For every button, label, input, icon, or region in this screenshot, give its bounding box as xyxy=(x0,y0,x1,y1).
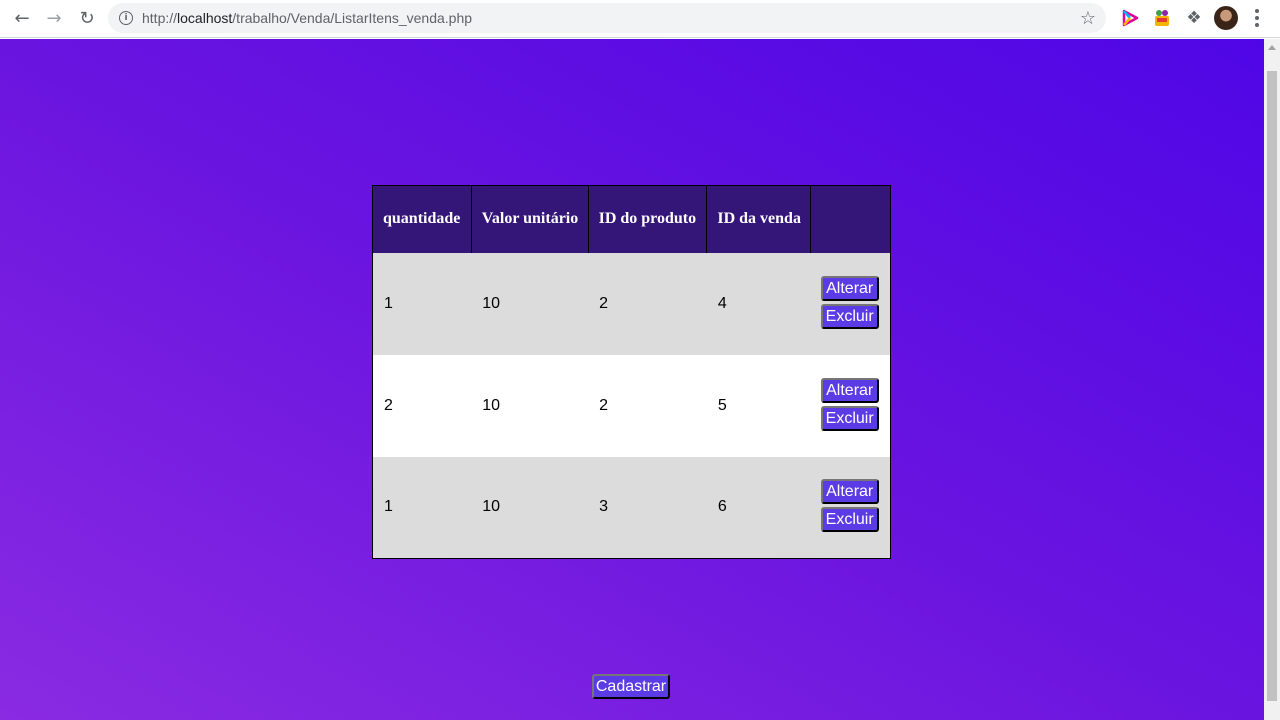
cell-id-produto: 3 xyxy=(588,456,707,559)
alterar-button[interactable]: Alterar xyxy=(820,479,879,505)
cell-id-venda: 6 xyxy=(706,456,811,559)
header-valor-unitario: Valor unitário xyxy=(471,185,589,253)
cell-quantidade: 2 xyxy=(372,354,472,457)
profile-avatar[interactable] xyxy=(1214,6,1238,30)
bookmark-star-icon[interactable]: ☆ xyxy=(1076,6,1100,30)
cell-actions: Alterar Excluir xyxy=(810,456,891,559)
scroll-up-arrow-icon[interactable] xyxy=(1268,45,1276,50)
excluir-button[interactable]: Excluir xyxy=(820,405,879,431)
cell-valor: 10 xyxy=(471,456,589,559)
info-icon[interactable]: i xyxy=(119,11,133,25)
cell-valor: 10 xyxy=(471,252,589,355)
page-background: quantidade Valor unitário ID do produto … xyxy=(0,39,1264,720)
header-quantidade: quantidade xyxy=(372,185,472,253)
puzzle-extensions-icon[interactable]: ❖ xyxy=(1182,6,1206,30)
back-arrow-icon[interactable]: ← xyxy=(8,5,36,31)
table-row: 2 10 2 5 Alterar Excluir xyxy=(372,354,891,457)
sales-items-table: quantidade Valor unitário ID do produto … xyxy=(372,185,891,559)
cell-quantidade: 1 xyxy=(372,456,472,559)
cadastrar-button[interactable]: Cadastrar xyxy=(592,674,670,699)
excluir-button[interactable]: Excluir xyxy=(820,507,879,533)
cell-actions: Alterar Excluir xyxy=(810,252,891,355)
header-id-venda: ID da venda xyxy=(706,185,812,253)
table-header-row: quantidade Valor unitário ID do produto … xyxy=(372,185,891,253)
cell-id-venda: 5 xyxy=(706,354,811,457)
url-path: /trabalho/Venda/ListarItens_venda.php xyxy=(232,10,473,26)
address-bar[interactable]: i http://localhost/trabalho/Venda/Listar… xyxy=(108,3,1106,33)
cell-actions: Alterar Excluir xyxy=(810,354,891,457)
play-store-extension-icon[interactable] xyxy=(1118,6,1142,30)
reload-icon[interactable]: ↻ xyxy=(73,5,101,31)
cell-quantidade: 1 xyxy=(372,252,472,355)
url-scheme: http:// xyxy=(142,10,178,26)
cell-id-produto: 2 xyxy=(588,252,707,355)
cell-valor: 10 xyxy=(471,354,589,457)
url-host: localhost xyxy=(177,10,233,26)
cell-id-venda: 4 xyxy=(706,252,811,355)
forward-arrow-icon[interactable]: → xyxy=(40,5,68,31)
header-id-produto: ID do produto xyxy=(588,185,708,253)
table-row: 1 10 3 6 Alterar Excluir xyxy=(372,456,891,559)
cell-id-produto: 2 xyxy=(588,354,707,457)
url-text[interactable]: http://localhost/trabalho/Venda/ListarIt… xyxy=(142,10,472,26)
alterar-button[interactable]: Alterar xyxy=(820,275,879,301)
browser-toolbar: ← → ↻ i http://localhost/trabalho/Venda/… xyxy=(0,0,1280,38)
header-actions xyxy=(810,185,891,253)
table-row: 1 10 2 4 Alterar Excluir xyxy=(372,252,891,355)
alterar-button[interactable]: Alterar xyxy=(820,377,879,403)
vertical-scrollbar[interactable] xyxy=(1264,39,1280,720)
colorful-extension-icon[interactable] xyxy=(1150,6,1174,30)
scrollbar-thumb[interactable] xyxy=(1267,71,1277,701)
excluir-button[interactable]: Excluir xyxy=(820,303,879,329)
kebab-menu-icon[interactable] xyxy=(1248,6,1266,30)
